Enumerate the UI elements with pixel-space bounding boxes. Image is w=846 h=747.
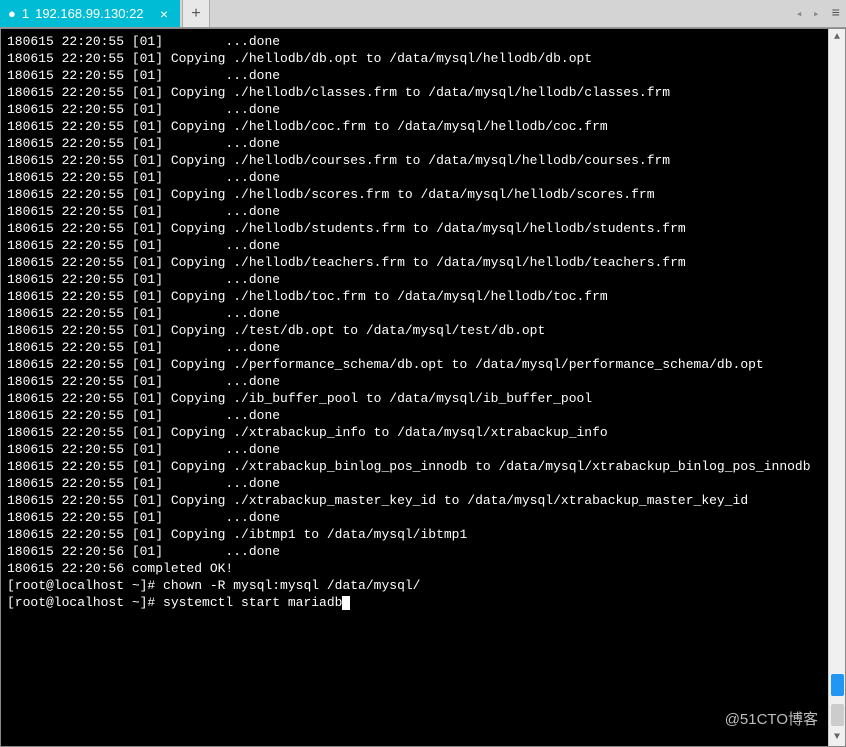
active-tab[interactable]: ● 1 192.168.99.130:22 × <box>0 0 180 27</box>
terminal-line: 180615 22:20:55 [01] Copying ./hellodb/s… <box>7 186 822 203</box>
terminal-line: 180615 22:20:55 [01] ...done <box>7 203 822 220</box>
terminal-line: 180615 22:20:55 [01] ...done <box>7 373 822 390</box>
terminal-line: 180615 22:20:55 [01] ...done <box>7 407 822 424</box>
terminal-line: 180615 22:20:55 [01] ...done <box>7 101 822 118</box>
terminal-wrapper: 180615 22:20:55 [01] ...done180615 22:20… <box>0 28 846 747</box>
tab-index: 1 <box>22 6 29 21</box>
terminal-line: 180615 22:20:55 [01] Copying ./test/db.o… <box>7 322 822 339</box>
terminal-line: 180615 22:20:55 [01] Copying ./hellodb/c… <box>7 118 822 135</box>
terminal-line: 180615 22:20:55 [01] Copying ./xtrabacku… <box>7 458 822 475</box>
terminal-line: 180615 22:20:55 [01] ...done <box>7 169 822 186</box>
add-tab-button[interactable]: + <box>182 0 210 27</box>
terminal-cursor <box>342 596 350 610</box>
tab-title: 192.168.99.130:22 <box>35 6 143 21</box>
scroll-up-icon[interactable]: ▲ <box>829 29 845 46</box>
scroll-thumb-secondary[interactable] <box>831 704 844 726</box>
terminal-line: 180615 22:20:56 [01] ...done <box>7 543 822 560</box>
tab-nav-arrows-icon[interactable]: ◂ ▸ <box>796 7 822 21</box>
tab-bar: ● 1 192.168.99.130:22 × + ◂ ▸ ≡ <box>0 0 846 28</box>
watermark: @51CTO博客 <box>725 708 818 729</box>
terminal-line: 180615 22:20:55 [01] Copying ./ib_buffer… <box>7 390 822 407</box>
tab-menu-icon[interactable]: ≡ <box>832 6 840 22</box>
terminal-line: 180615 22:20:55 [01] ...done <box>7 33 822 50</box>
terminal-line: 180615 22:20:55 [01] Copying ./hellodb/c… <box>7 84 822 101</box>
terminal-line: 180615 22:20:55 [01] Copying ./xtrabacku… <box>7 424 822 441</box>
terminal-line: 180615 22:20:55 [01] Copying ./xtrabacku… <box>7 492 822 509</box>
terminal-line: 180615 22:20:55 [01] Copying ./hellodb/t… <box>7 254 822 271</box>
scroll-down-icon[interactable]: ▼ <box>829 729 845 746</box>
terminal-line: 180615 22:20:55 [01] ...done <box>7 305 822 322</box>
terminal-line: 180615 22:20:55 [01] ...done <box>7 67 822 84</box>
prompt-line: [root@localhost ~]# chown -R mysql:mysql… <box>7 577 822 594</box>
terminal-line: 180615 22:20:55 [01] ...done <box>7 237 822 254</box>
terminal-line: 180615 22:20:55 [01] ...done <box>7 339 822 356</box>
terminal-line: 180615 22:20:55 [01] Copying ./hellodb/s… <box>7 220 822 237</box>
terminal-line: 180615 22:20:55 [01] ...done <box>7 135 822 152</box>
terminal-line: 180615 22:20:55 [01] Copying ./performan… <box>7 356 822 373</box>
terminal-line: 180615 22:20:55 [01] ...done <box>7 475 822 492</box>
close-tab-icon[interactable]: × <box>156 6 172 22</box>
tab-nav: ◂ ▸ ≡ <box>790 0 846 27</box>
terminal-line: 180615 22:20:55 [01] Copying ./hellodb/c… <box>7 152 822 169</box>
scrollbar[interactable]: ▲ ▼ <box>828 29 845 746</box>
prompt-line: [root@localhost ~]# systemctl start mari… <box>7 594 822 611</box>
terminal-line: 180615 22:20:56 completed OK! <box>7 560 822 577</box>
terminal-line: 180615 22:20:55 [01] Copying ./ibtmp1 to… <box>7 526 822 543</box>
terminal-line: 180615 22:20:55 [01] ...done <box>7 509 822 526</box>
tab-activity-icon: ● <box>8 6 16 21</box>
terminal-line: 180615 22:20:55 [01] ...done <box>7 441 822 458</box>
scroll-thumb[interactable] <box>831 674 844 696</box>
terminal-line: 180615 22:20:55 [01] ...done <box>7 271 822 288</box>
terminal-output[interactable]: 180615 22:20:55 [01] ...done180615 22:20… <box>1 29 828 746</box>
terminal-line: 180615 22:20:55 [01] Copying ./hellodb/t… <box>7 288 822 305</box>
terminal-line: 180615 22:20:55 [01] Copying ./hellodb/d… <box>7 50 822 67</box>
